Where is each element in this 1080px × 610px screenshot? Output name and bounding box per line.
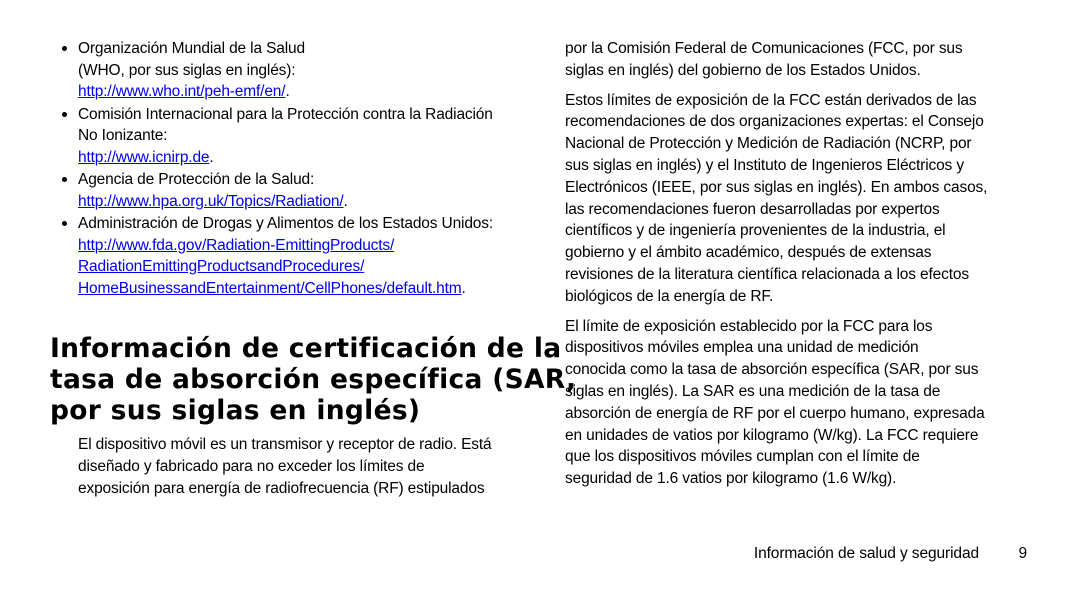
- bullet-line: RadiationEmittingProductsandProcedures/: [78, 256, 520, 278]
- paragraph-line: sus siglas en inglés) y el Instituto de …: [565, 156, 964, 174]
- bullet-line: Administración de Drogas y Alimentos de …: [78, 215, 494, 232]
- paragraph-line: científicos y de ingeniería provenientes…: [565, 222, 946, 240]
- paragraph-line: Nacional de Protección y Medición de Rad…: [565, 135, 972, 153]
- bullet-line: http://www.who.int/peh-emf/en/.: [78, 81, 520, 103]
- bullet-point-icon: [62, 221, 67, 226]
- link-fda-part3[interactable]: HomeBusinessandEntertainment/CellPhones/…: [78, 280, 462, 297]
- paragraph-line: por la Comisión Federal de Comunicacione…: [565, 40, 963, 57]
- link-hpa[interactable]: http://www.hpa.org.uk/Topics/Radiation/: [78, 193, 344, 210]
- bullet-line: Agencia de Protección de la Salud:: [78, 171, 315, 188]
- paragraph-line: que los dispositivos móviles cumplan con…: [565, 448, 920, 466]
- left-column: Organización Mundial de la Salud (WHO, p…: [50, 0, 576, 610]
- paragraph-line: siglas en inglés) del gobierno de los Es…: [565, 61, 921, 79]
- bullet-line: http://www.hpa.org.uk/Topics/Radiation/.: [78, 191, 520, 213]
- bullet-line: No Ionizante:: [78, 127, 168, 144]
- bullet-point-icon: [62, 46, 67, 51]
- paragraph-line: El dispositivo móvil es un transmisor y …: [78, 436, 492, 453]
- list-item-icnirp: Comisión Internacional para la Protecció…: [50, 104, 520, 169]
- line-punctuation: .: [461, 279, 466, 297]
- bullet-point-icon: [62, 177, 67, 182]
- paragraph-line: gobierno y el ámbito académico, después …: [565, 244, 932, 262]
- right-body-text: por la Comisión Federal de Comunicacione…: [565, 38, 1027, 498]
- sar-intro-paragraph: El dispositivo móvil es un transmisor y …: [78, 434, 538, 499]
- footer-section-title: Información de salud y seguridad: [753, 545, 979, 562]
- link-icnirp[interactable]: http://www.icnirp.de: [78, 149, 210, 166]
- list-item-fda: Administración de Drogas y Alimentos de …: [50, 213, 520, 299]
- bullet-point-icon: [62, 111, 67, 117]
- page-title: Información de certificación de la tasa …: [50, 333, 577, 426]
- paragraph-line: revisiones de la literatura científica r…: [565, 265, 969, 283]
- line-punctuation: .: [343, 192, 348, 210]
- bullet-line: http://www.fda.gov/Radiation-EmittingPro…: [78, 235, 520, 257]
- bullet-line: (WHO, por sus siglas en inglés):: [78, 61, 296, 79]
- bullet-line: HomeBusinessandEntertainment/CellPhones/…: [78, 278, 520, 300]
- paragraph-line: diseñado y fabricado para no exceder los…: [78, 457, 425, 475]
- reference-links-list: Organización Mundial de la Salud (WHO, p…: [50, 38, 520, 300]
- right-column: por la Comisión Federal de Comunicacione…: [565, 0, 1027, 610]
- paragraph-line: conocida como la tasa de absorción espec…: [565, 361, 979, 379]
- paragraph-line: El límite de exposición establecido por …: [565, 317, 933, 335]
- paragraph-line: las recomendaciones fueron desarrolladas…: [565, 200, 940, 218]
- link-fda-part1[interactable]: http://www.fda.gov/Radiation-EmittingPro…: [78, 237, 394, 254]
- page-number: 9: [1018, 545, 1027, 562]
- heading-line: Información de certificación de la: [50, 333, 562, 364]
- heading-line: por sus siglas en inglés): [50, 395, 421, 426]
- link-who[interactable]: http://www.who.int/peh-emf/en/: [78, 83, 286, 100]
- bullet-line: Comisión Internacional para la Protecció…: [78, 105, 493, 123]
- fcc-limits-paragraph: Estos límites de exposición de la FCC es…: [565, 90, 1027, 308]
- bullet-line: Organización Mundial de la Salud: [78, 40, 305, 57]
- fcc-continuation-paragraph: por la Comisión Federal de Comunicacione…: [565, 38, 1027, 82]
- left-body-text: El dispositivo móvil es un transmisor y …: [78, 434, 538, 507]
- line-punctuation: .: [209, 148, 214, 166]
- paragraph-line: dispositivos móviles emplea una unidad d…: [565, 339, 919, 357]
- bullet-line: http://www.icnirp.de.: [78, 147, 520, 169]
- sar-definition-paragraph: El límite de exposición establecido por …: [565, 316, 1027, 490]
- paragraph-line: en unidades de vatios por kilogramo (W/k…: [565, 426, 979, 444]
- manual-page: Organización Mundial de la Salud (WHO, p…: [0, 0, 1080, 610]
- list-item-hpa: Agencia de Protección de la Salud: http:…: [50, 169, 520, 212]
- page-footer: Información de salud y seguridad 9: [565, 543, 1027, 567]
- heading-line: tasa de absorción específica (SAR,: [50, 364, 577, 395]
- paragraph-line: recomendaciones de dos organizaciones ex…: [565, 113, 984, 131]
- paragraph-line: Electrónicos (IEEE, por sus siglas en in…: [565, 178, 988, 196]
- link-fda-part2[interactable]: RadiationEmittingProductsandProcedures/: [78, 258, 364, 275]
- list-item-who: Organización Mundial de la Salud (WHO, p…: [50, 38, 520, 103]
- paragraph-line: siglas en inglés). La SAR es una medició…: [565, 382, 941, 400]
- paragraph-line: seguridad de 1.6 vatios por kilogramo (1…: [565, 470, 897, 488]
- line-punctuation: .: [285, 83, 290, 100]
- paragraph-line: absorción de energía de RF por el cuerpo…: [565, 404, 985, 422]
- paragraph-line: biológicos de la energía de RF.: [565, 287, 774, 305]
- paragraph-line: Estos límites de exposición de la FCC es…: [565, 91, 977, 109]
- paragraph-line: exposición para energía de radiofrecuenc…: [78, 479, 485, 497]
